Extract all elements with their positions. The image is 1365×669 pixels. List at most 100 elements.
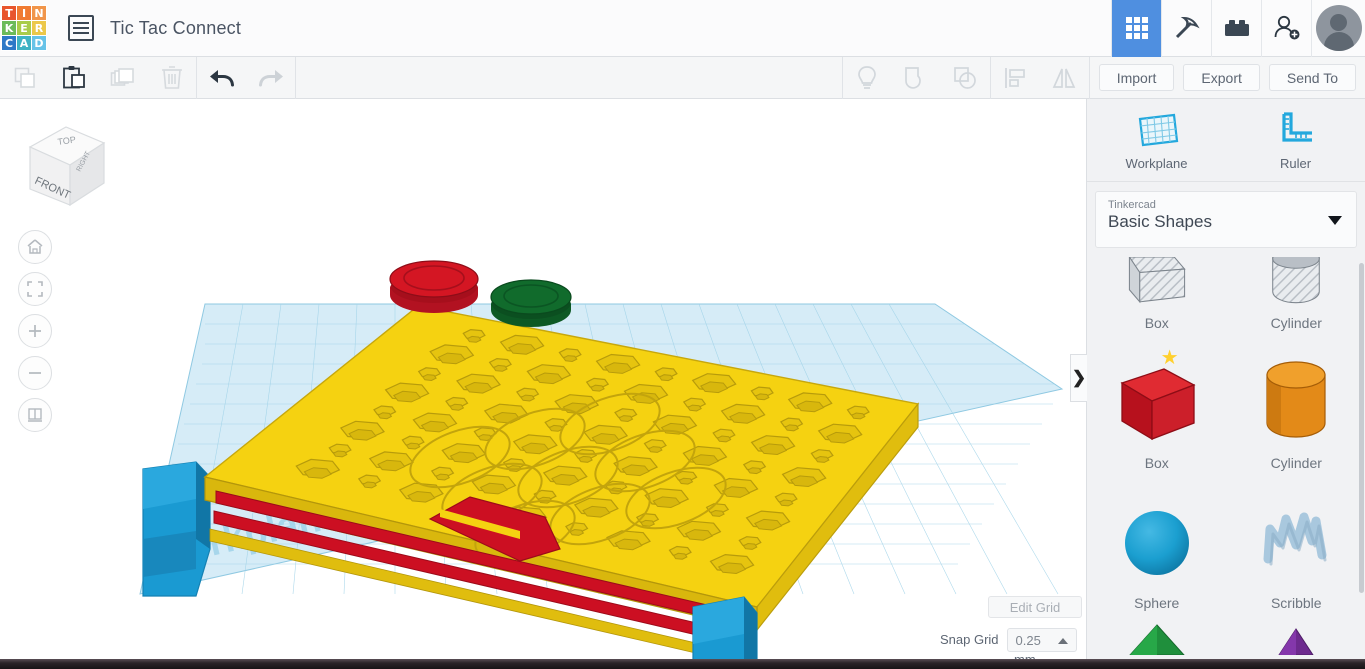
mirror-icon[interactable] bbox=[1040, 57, 1089, 99]
page-title: Tic Tac Connect bbox=[110, 17, 242, 38]
hex-pocket-inner bbox=[640, 519, 656, 527]
hex-pocket-inner bbox=[850, 412, 866, 420]
shape-item-cone[interactable] bbox=[1227, 619, 1365, 663]
send-to-button[interactable]: Send To bbox=[1268, 64, 1356, 91]
duplicate-icon[interactable] bbox=[98, 57, 147, 99]
shape-label: Cylinder bbox=[1270, 455, 1322, 471]
support-right[interactable] bbox=[692, 596, 758, 659]
hex-pocket-inner bbox=[618, 415, 634, 423]
shape-item-cylinder[interactable]: Cylinder bbox=[1227, 339, 1365, 479]
hex-pocket-inner bbox=[590, 384, 605, 392]
shape-item-hole-cylinder[interactable]: Cylinder bbox=[1227, 251, 1365, 339]
workplane-tool[interactable]: Workplane bbox=[1087, 99, 1226, 181]
lightbulb-visibility-icon[interactable] bbox=[843, 57, 892, 99]
shape-label: Sphere bbox=[1134, 595, 1180, 611]
shape-library-dropdown[interactable]: Tinkercad Basic Shapes bbox=[1095, 191, 1357, 248]
red-game-disc[interactable] bbox=[389, 260, 479, 313]
hex-pocket-inner bbox=[747, 467, 762, 475]
hex-pocket-inner bbox=[405, 442, 421, 450]
hex-pocket-inner bbox=[716, 435, 732, 443]
collapse-panel-chevron-icon[interactable]: ❯ bbox=[1070, 354, 1087, 402]
logo-letter-n: N bbox=[32, 6, 46, 20]
delete-trash-icon[interactable] bbox=[147, 57, 196, 99]
hex-pocket-inner bbox=[332, 450, 348, 458]
lego-brick-icon[interactable] bbox=[1211, 0, 1261, 57]
edit-toolbar: Import Export Send To bbox=[0, 56, 1365, 99]
tinkercad-app: TINKERCAD Tic Tac Connect Import Export … bbox=[0, 0, 1365, 669]
star-badge-icon: ★ bbox=[1160, 347, 1179, 369]
shape-item-pyramid[interactable] bbox=[1087, 619, 1227, 663]
workplane-tool-label: Workplane bbox=[1125, 155, 1188, 171]
library-owner-label: Tinkercad bbox=[1108, 199, 1156, 211]
shape-item-hole-box[interactable]: Box bbox=[1087, 251, 1227, 339]
shape-item-scribble[interactable]: Scribble bbox=[1227, 479, 1365, 619]
align-icon[interactable] bbox=[991, 57, 1040, 99]
hex-pocket-inner bbox=[678, 477, 694, 485]
support-left[interactable] bbox=[142, 461, 211, 597]
shape-item-sphere[interactable]: Sphere bbox=[1087, 479, 1227, 619]
hex-pocket-inner bbox=[784, 424, 800, 432]
3d-scene[interactable]: Workplane bbox=[0, 99, 1086, 659]
import-button[interactable]: Import bbox=[1098, 64, 1175, 91]
snap-grid-stepper[interactable]: 0.25 bbox=[1006, 628, 1077, 652]
pickaxe-minecraft-icon[interactable] bbox=[1161, 0, 1211, 57]
hex-pocket-inner bbox=[449, 403, 465, 411]
fit-to-view-icon[interactable] bbox=[18, 272, 52, 306]
logo-letter-e: E bbox=[17, 21, 31, 35]
caret-up-icon[interactable] bbox=[1057, 638, 1068, 644]
add-person-icon[interactable] bbox=[1261, 0, 1311, 57]
snap-grid-control: Snap Grid 0.25 bbox=[940, 628, 1077, 652]
tinkercad-logo[interactable]: TIN KER CAD bbox=[1, 5, 47, 51]
group-icon[interactable] bbox=[892, 57, 941, 99]
ruler-tool[interactable]: Ruler bbox=[1226, 99, 1365, 181]
chevron-down-icon[interactable] bbox=[1328, 216, 1342, 225]
top-bar: TIN KER CAD Tic Tac Connect bbox=[0, 0, 1365, 57]
ungroup-icon[interactable] bbox=[941, 57, 990, 99]
snap-grid-label: Snap Grid bbox=[940, 632, 999, 647]
logo-letter-d: D bbox=[32, 36, 46, 50]
hex-pocket-inner bbox=[492, 364, 508, 372]
os-taskbar bbox=[0, 659, 1365, 669]
copy-icon[interactable] bbox=[0, 57, 49, 99]
hex-pocket-inner bbox=[377, 412, 393, 420]
paste-icon[interactable] bbox=[49, 57, 98, 99]
hex-pocket-inner bbox=[362, 481, 377, 489]
zoom-out-icon[interactable] bbox=[18, 356, 52, 390]
hex-pocket-inner bbox=[687, 404, 702, 412]
shape-list[interactable]: Box Cylinder ★ Box Cylinder Sphere Scrib… bbox=[1087, 251, 1365, 669]
design-canvas[interactable]: Workplane TOP FRONT RIGHT bbox=[0, 99, 1086, 659]
view-cube[interactable]: TOP FRONT RIGHT bbox=[18, 117, 108, 209]
snap-grid-value: 0.25 bbox=[1015, 632, 1041, 648]
edit-grid-button[interactable]: Edit Grid bbox=[988, 596, 1082, 618]
hex-pocket-inner bbox=[742, 542, 758, 550]
home-view-icon[interactable] bbox=[18, 230, 52, 264]
perspective-toggle-icon[interactable] bbox=[18, 398, 52, 432]
hex-pocket-inner bbox=[709, 509, 725, 517]
hex-pocket-inner bbox=[422, 374, 437, 382]
hex-pocket-inner bbox=[778, 499, 794, 507]
library-selected-value: Basic Shapes bbox=[1108, 212, 1212, 231]
green-game-disc[interactable] bbox=[490, 279, 572, 327]
gallery-grid-icon[interactable] bbox=[1111, 0, 1161, 57]
logo-letter-r: R bbox=[32, 21, 46, 35]
panel-tools: Workplane Ruler bbox=[1087, 99, 1365, 182]
hex-pocket-inner bbox=[578, 455, 593, 463]
undo-arrow-icon[interactable] bbox=[197, 57, 246, 99]
ruler-icon bbox=[1281, 111, 1312, 142]
avatar[interactable] bbox=[1311, 0, 1365, 57]
logo-letter-a: A bbox=[17, 36, 31, 50]
zoom-in-icon[interactable] bbox=[18, 314, 52, 348]
shape-label: Box bbox=[1144, 315, 1169, 331]
hex-pocket-inner bbox=[435, 473, 451, 481]
hex-pocket-inner bbox=[466, 335, 482, 343]
logo-letter-k: K bbox=[2, 21, 16, 35]
redo-arrow-icon[interactable] bbox=[246, 57, 295, 99]
shape-item-box[interactable]: ★ Box bbox=[1087, 339, 1227, 479]
list-icon[interactable] bbox=[68, 15, 94, 41]
workplane-icon bbox=[1138, 113, 1178, 146]
export-button[interactable]: Export bbox=[1183, 64, 1260, 91]
toolbar-divider-5 bbox=[1088, 56, 1090, 99]
hex-pocket-inner bbox=[658, 374, 674, 382]
hex-pocket-inner bbox=[520, 394, 536, 402]
shapes-panel: ❯ Workplane Ruler Tinkercad Basic Shapes… bbox=[1070, 99, 1365, 669]
